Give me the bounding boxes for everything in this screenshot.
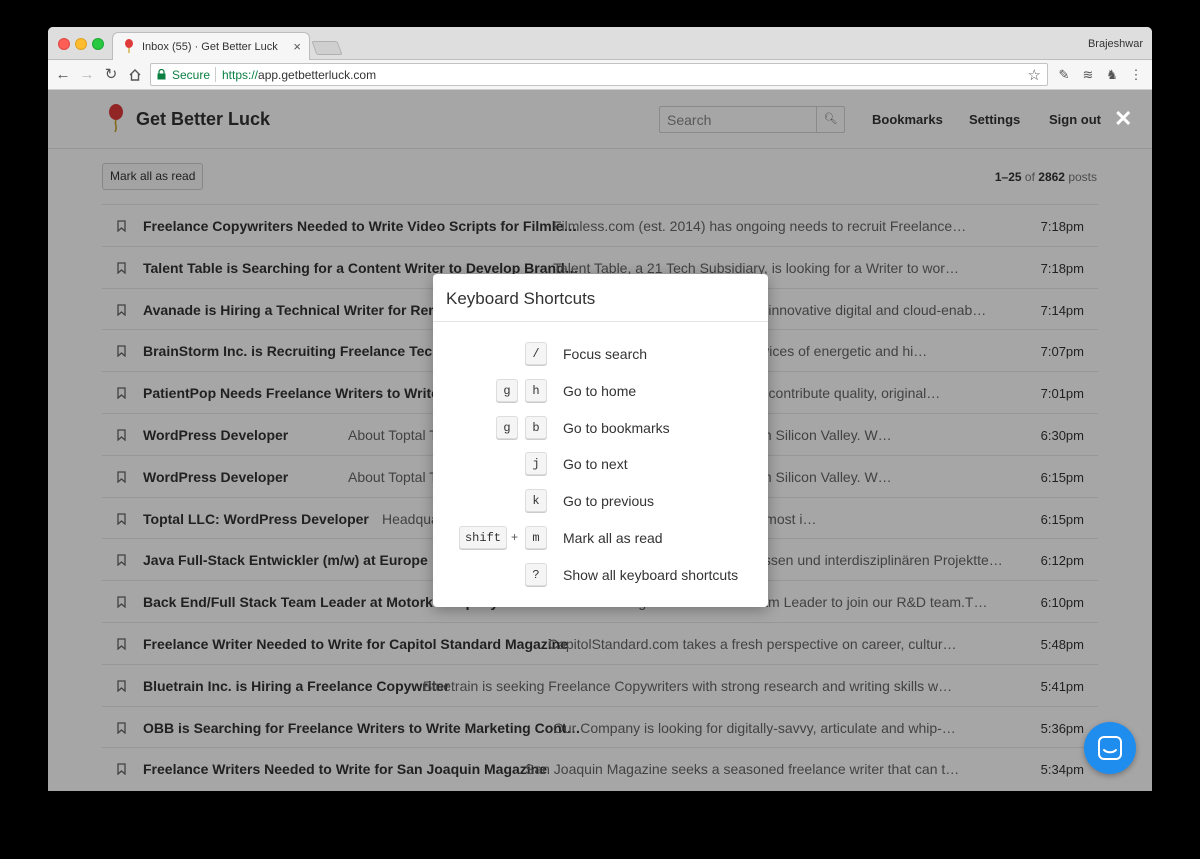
key-cap: shift [458, 526, 507, 549]
shortcut-keys: k [518, 489, 547, 513]
profile-name[interactable]: Brajeshwar [1088, 38, 1143, 50]
shortcut-keys: shift + m [452, 526, 547, 550]
tab-close-icon[interactable]: × [293, 39, 301, 54]
extension-layers-icon[interactable]: ≋ [1080, 66, 1096, 84]
tab-title: Inbox (55) · Get Better Luck [142, 41, 278, 53]
modal-title: Keyboard Shortcuts [446, 289, 596, 308]
shortcut-row: k Go to previous [433, 489, 768, 513]
shortcut-description: Focus search [563, 346, 648, 362]
browser-tab[interactable]: Inbox (55) · Get Better Luck × [112, 32, 310, 61]
home-icon[interactable] [125, 65, 145, 85]
extension-evernote-icon[interactable]: ♞ [1104, 66, 1120, 84]
shortcut-row: g h Go to home [433, 378, 768, 403]
shortcut-description: Go to home [563, 382, 637, 399]
tab-strip: Inbox (55) · Get Better Luck × Brajeshwa… [48, 27, 1152, 61]
secure-label: Secure [172, 68, 211, 82]
key-cap: b [525, 415, 547, 439]
shortcut-row: ? Show all keyboard shortcuts [433, 562, 768, 587]
maximize-window-button[interactable] [92, 38, 104, 50]
url-text: https://app.getbetterluck.com [222, 68, 376, 82]
key-cap: g [496, 378, 518, 402]
url-scheme: https:// [222, 68, 259, 82]
shortcut-description: Show all keyboard shortcuts [563, 566, 739, 583]
extension-pin-icon[interactable]: ✎ [1056, 66, 1072, 84]
address-bar[interactable]: Secure https://app.getbetterluck.com ☆ [150, 63, 1048, 86]
forward-arrow-icon[interactable]: → [77, 65, 97, 85]
minimize-window-button[interactable] [75, 38, 87, 50]
shortcut-keys: gh [489, 378, 547, 403]
key-cap: / [525, 342, 547, 365]
back-arrow-icon[interactable]: ← [53, 65, 73, 85]
shortcut-row: j Go to next [433, 452, 768, 476]
new-tab-button[interactable] [311, 41, 343, 55]
shortcut-description: Mark all as read [563, 530, 663, 546]
chat-icon [1098, 736, 1122, 760]
url-host: app.getbetterluck.com [258, 68, 377, 82]
shortcut-row: g b Go to bookmarks [433, 415, 768, 440]
key-cap: g [496, 415, 518, 439]
balloon-favicon-icon [125, 39, 133, 53]
browser-menu-icon[interactable]: ⋮ [1128, 66, 1144, 84]
key-cap: k [525, 489, 547, 513]
close-modal-icon[interactable]: ✕ [1114, 106, 1132, 132]
url-separator [215, 67, 216, 82]
shortcut-keys: j [518, 452, 547, 476]
shortcut-description: Go to bookmarks [563, 419, 670, 436]
key-cap: h [525, 378, 547, 402]
lock-icon [157, 69, 166, 80]
shortcut-row: shift + m Mark all as read [433, 526, 768, 550]
key-cap: j [525, 452, 547, 476]
keyboard-shortcuts-modal: Keyboard Shortcuts / Focus search g h Go to … [433, 274, 768, 607]
shortcut-row: / Focus search [433, 342, 768, 366]
bookmark-star-icon[interactable]: ☆ [1028, 66, 1041, 84]
shortcut-description: Go to previous [563, 493, 655, 510]
key-cap: m [525, 526, 547, 549]
key-plus: + [510, 530, 518, 544]
shortcut-keys: / [518, 342, 547, 366]
modal-divider [433, 321, 768, 322]
app-page: Get Better Luck 🔍︎ Bookmarks Settings Si… [48, 90, 1152, 791]
chat-launcher-button[interactable] [1084, 722, 1136, 774]
browser-toolbar: ← → ↻ Secure https://app.getbetterluck.c… [48, 60, 1152, 90]
browser-window: Inbox (55) · Get Better Luck × Brajeshwa… [48, 27, 1152, 791]
reload-icon[interactable]: ↻ [101, 65, 121, 85]
close-window-button[interactable] [58, 38, 70, 50]
key-cap: ? [525, 562, 547, 586]
shortcut-description: Go to next [563, 456, 628, 473]
shortcut-keys: gb [489, 415, 547, 440]
shortcut-keys: ? [518, 562, 547, 587]
